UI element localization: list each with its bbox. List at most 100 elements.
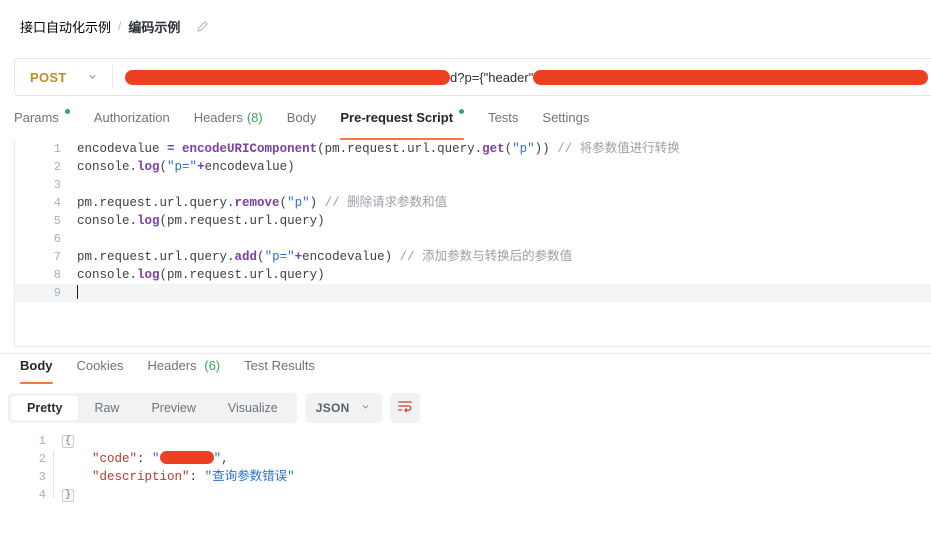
url-visible-fragment: d?p={"header"	[450, 69, 534, 85]
chevron-down-icon	[360, 401, 371, 415]
tab-authorization-label: Authorization	[93, 110, 170, 125]
response-tab-headers[interactable]: Headers (6)	[135, 358, 232, 384]
code-token: console.	[77, 160, 138, 174]
line-number: 3	[38, 470, 46, 484]
code-token: )	[384, 250, 393, 264]
code-token: ))	[534, 142, 550, 156]
tab-pre-request-script[interactable]: Pre-request Script	[328, 109, 476, 140]
json-line: 4}	[14, 486, 931, 504]
code-token: console.	[77, 214, 138, 228]
breadcrumb-current[interactable]: 编码示例	[128, 17, 180, 36]
response-tab-test-results-label: Test Results	[244, 358, 315, 373]
code-token: console.	[77, 268, 138, 282]
code-line: 9	[15, 284, 931, 302]
json-line-text: }	[62, 486, 75, 504]
tab-authorization[interactable]: Authorization	[82, 110, 182, 140]
json-token: "	[213, 452, 222, 466]
code-token: (	[279, 196, 288, 210]
response-tab-cookies[interactable]: Cookies	[65, 358, 136, 384]
code-token: "p="	[167, 160, 198, 174]
code-line: 1 encodevalue = encodeURIComponent(pm.req…	[15, 140, 931, 158]
response-tab-test-results[interactable]: Test Results	[232, 358, 327, 384]
url-bar: POST d?p={"header"	[14, 58, 931, 96]
word-wrap-icon	[397, 398, 413, 419]
tab-pre-request-script-label: Pre-request Script	[340, 110, 454, 125]
line-number: 2	[53, 160, 61, 174]
code-token: pm.request.url.query	[167, 214, 318, 228]
view-visualize[interactable]: Visualize	[212, 396, 294, 420]
json-token: "code"	[92, 452, 138, 466]
tab-settings[interactable]: Settings	[530, 110, 601, 140]
fold-brace-close[interactable]: }	[62, 489, 75, 502]
line-number: 2	[38, 452, 46, 466]
response-tab-headers-label: Headers	[147, 358, 197, 373]
json-line-text: "code": " ",	[62, 450, 229, 468]
json-line-text: "description": "查询参数错误"	[62, 468, 295, 486]
code-token: pm.request.url.query.	[77, 250, 235, 264]
code-line: 4 pm.request.url.query.remove("p") // 删除请…	[15, 194, 931, 212]
response-format-selector[interactable]: JSON	[304, 393, 382, 423]
tab-body[interactable]: Body	[275, 110, 329, 140]
breadcrumb-parent[interactable]: 接口自动化示例	[20, 17, 111, 36]
code-token: log	[137, 160, 160, 174]
code-line: 8 console.log(pm.request.url.query)	[15, 266, 931, 284]
url-input[interactable]: d?p={"header"	[113, 59, 931, 95]
response-toolbar: Pretty Raw Preview Visualize JSON	[8, 393, 420, 423]
response-tabs: Body Cookies Headers (6) Test Results	[8, 358, 327, 384]
view-preview[interactable]: Preview	[135, 396, 211, 420]
code-line: 2 console.log("p="+encodevalue)	[15, 158, 931, 176]
tab-params[interactable]: Params	[14, 109, 82, 140]
json-token: :	[189, 470, 205, 484]
code-token: (	[317, 142, 325, 156]
response-tab-cookies-label: Cookies	[76, 358, 124, 373]
code-token: "p"	[287, 196, 310, 210]
tab-tests[interactable]: Tests	[476, 110, 530, 140]
code-token: remove	[234, 196, 280, 210]
pencil-icon[interactable]	[196, 20, 209, 33]
tab-tests-label: Tests	[488, 110, 519, 125]
redaction-block-url-right	[533, 69, 929, 85]
chevron-down-icon	[87, 70, 98, 85]
code-line-text: pm.request.url.query.add("p="+encodevalu…	[77, 248, 572, 266]
json-token: "description"	[92, 470, 190, 484]
http-method-label: POST	[30, 69, 67, 85]
view-pretty[interactable]: Pretty	[11, 396, 79, 420]
json-token: ,	[221, 452, 229, 466]
line-number: 4	[38, 488, 46, 502]
tab-headers[interactable]: Headers (8)	[182, 110, 275, 140]
code-line: 6	[15, 230, 931, 248]
code-token: =	[167, 142, 175, 156]
json-token: "查询参数错误"	[204, 470, 295, 484]
code-token: // 将参数值进行转换	[549, 142, 680, 156]
code-token: )	[317, 268, 325, 282]
code-editor-lines: 1 encodevalue = encodeURIComponent(pm.req…	[15, 140, 931, 302]
tab-headers-label: Headers	[193, 110, 243, 125]
code-editor[interactable]: 1 encodevalue = encodeURIComponent(pm.req…	[14, 140, 931, 347]
code-token: "p="	[264, 250, 295, 264]
code-token: (	[257, 250, 265, 264]
http-method-selector[interactable]: POST	[15, 59, 112, 95]
line-number: 8	[53, 268, 61, 282]
fold-brace-open[interactable]: {	[62, 435, 75, 448]
modified-dot-icon	[64, 109, 70, 114]
view-pretty-label: Pretty	[27, 401, 63, 415]
text-cursor	[77, 284, 78, 299]
code-line: 5 console.log(pm.request.url.query)	[15, 212, 931, 230]
view-raw-label: Raw	[94, 401, 120, 415]
response-tab-body-label: Body	[20, 358, 53, 373]
response-json-lines: 1{ 2 "code": " ", 3 "description": "查询参数错误"…	[14, 432, 931, 504]
view-raw[interactable]: Raw	[78, 396, 135, 420]
code-line: 3	[15, 176, 931, 194]
postman-request-screen: 接口自动化示例 / 编码示例 POST d?p={"header" Params	[0, 0, 931, 538]
response-tab-body[interactable]: Body	[8, 358, 65, 384]
panel-divider	[0, 353, 931, 354]
response-body-viewer[interactable]: 1{ 2 "code": " ", 3 "description": "查询参数错误"…	[14, 432, 931, 504]
json-token: :	[137, 452, 153, 466]
json-line: 1{	[14, 432, 931, 450]
word-wrap-button[interactable]	[389, 393, 420, 423]
line-number: 9	[53, 286, 61, 300]
view-visualize-label: Visualize	[227, 401, 278, 415]
